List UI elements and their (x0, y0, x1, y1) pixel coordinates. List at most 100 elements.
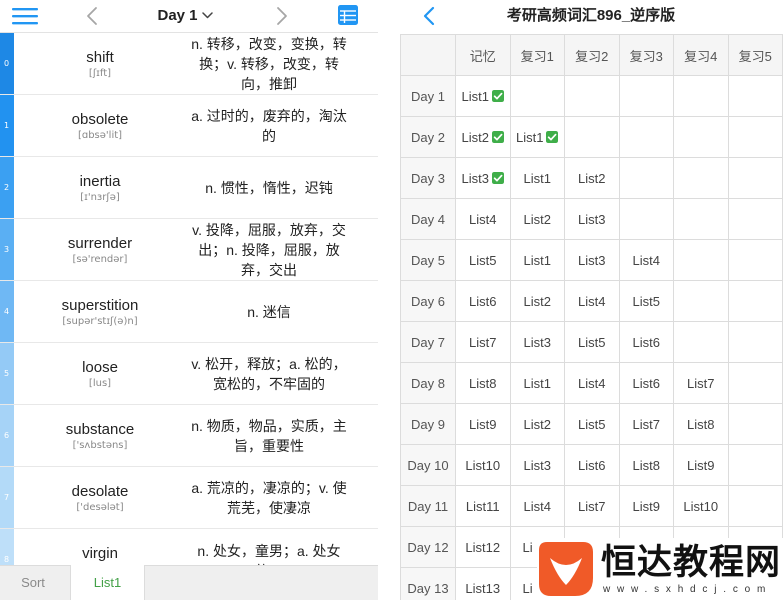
list-cell[interactable]: List9 (618, 485, 674, 527)
list-cell[interactable]: List4 (455, 198, 511, 240)
list-cell[interactable]: List5 (618, 280, 674, 322)
list-cell[interactable]: List8 (673, 403, 729, 445)
word-list-item[interactable]: 5 loose [lus] v. 松开，释放；a. 松的，宽松的，不牢固的 (0, 343, 378, 405)
list-cell[interactable]: List1 (509, 362, 565, 404)
word-list-item[interactable]: 6 substance ['sʌbstəns] n. 物质，物品，实质，主旨，重要性 (0, 405, 378, 467)
watermark-logo-icon (539, 542, 593, 596)
meaning-text: n. 惯性，惰性，迟钝 (205, 179, 333, 196)
list-cell[interactable]: List13 (455, 567, 511, 600)
list-cell[interactable]: List4 (564, 362, 620, 404)
list-cell[interactable]: List6 (618, 321, 674, 363)
column-header: 复习4 (673, 34, 729, 76)
list-cell[interactable]: List1 (509, 239, 565, 281)
list-cell[interactable]: List6 (618, 362, 674, 404)
column-header: 记忆 (455, 34, 511, 76)
list-cell[interactable]: List5 (564, 403, 620, 445)
list-cell[interactable]: List2 (509, 403, 565, 445)
word-list-item[interactable]: 4 superstition [supər'stɪʃ(ə)n] n. 迷信 (0, 281, 378, 343)
word-list-item[interactable]: 1 obsolete [ɑbsə'lit] a. 过时的，废弃的，淘汰的 (0, 95, 378, 157)
list-cell[interactable]: List1 (455, 75, 511, 117)
row-index: 3 (4, 245, 10, 254)
list-cell[interactable]: List1 (509, 157, 565, 199)
hamburger-menu-icon[interactable] (12, 7, 38, 25)
word-list-item[interactable]: 3 surrender [sə'rendər] v. 投降，屈服，放弃，交出；n. 投… (0, 219, 378, 281)
list-cell[interactable]: List3 (509, 321, 565, 363)
schedule-row: Day 2 List2 List1 (400, 116, 783, 158)
list-cell[interactable]: List7 (673, 362, 729, 404)
list-cell[interactable]: List2 (509, 198, 565, 240)
meaning-block: a. 过时的，废弃的，淘汰的 (186, 95, 352, 156)
row-index-stripe: 8 (0, 529, 14, 565)
list-cell[interactable]: List9 (673, 444, 729, 486)
watermark-url: www.sxhdcj.com (603, 584, 773, 595)
phonetic-text: [sə'rendər] (72, 253, 128, 265)
back-chevron-icon[interactable] (422, 5, 436, 27)
list-cell[interactable]: List10 (673, 485, 729, 527)
list-cell[interactable]: List9 (455, 403, 511, 445)
list-label: List5 (469, 252, 497, 268)
list-cell[interactable]: List8 (618, 444, 674, 486)
row-index-stripe: 7 (0, 467, 14, 528)
empty-cell (673, 116, 729, 158)
list-cell[interactable]: List6 (564, 444, 620, 486)
row-index: 1 (4, 121, 10, 130)
day-label: Day 11 (400, 485, 456, 527)
phonetic-text: ['sʌbstəns] (72, 439, 128, 451)
list-cell[interactable]: List3 (509, 444, 565, 486)
word-list-item[interactable]: 8 virgin n. 处女，童男；a. 处女的， (0, 529, 378, 565)
phonetic-text: [lus] (88, 377, 112, 389)
word-block: loose [lus] (14, 343, 186, 404)
list-cell[interactable]: List4 (509, 485, 565, 527)
word-list[interactable]: 0 shift [ʃɪft] n. 转移，改变，变换，转换；v. 转移，改变，转向，推… (0, 33, 378, 565)
list-cell[interactable]: List7 (564, 485, 620, 527)
empty-cell (727, 198, 783, 240)
word-list-item[interactable]: 7 desolate ['desələt] a. 荒凉的，凄凉的；v. 使荒芜，使凄凉 (0, 467, 378, 529)
list-cell[interactable]: List5 (455, 239, 511, 281)
list-label: List4 (469, 211, 497, 227)
chevron-right-icon[interactable] (275, 5, 289, 27)
list-label: List7 (687, 375, 715, 391)
list-label: List5 (578, 334, 606, 350)
list-cell[interactable]: List7 (618, 403, 674, 445)
list-label: List8 (687, 416, 715, 432)
list-label: Li (522, 580, 533, 596)
word-list-item[interactable]: 2 inertia [ɪ'nɜrʃə] n. 惯性，惰性，迟钝 (0, 157, 378, 219)
list-cell[interactable]: List7 (455, 321, 511, 363)
word-text: loose (82, 358, 118, 376)
schedule-row: Day 10 List10 List3 List6 List8 List9 (400, 444, 783, 486)
list-cell[interactable]: List3 (564, 198, 620, 240)
list-cell[interactable]: List2 (564, 157, 620, 199)
list-cell[interactable]: List3 (455, 157, 511, 199)
list-cell[interactable]: List3 (564, 239, 620, 281)
tab-sort[interactable]: Sort (0, 565, 66, 600)
list-cell[interactable]: List5 (564, 321, 620, 363)
word-list-item[interactable]: 0 shift [ʃɪft] n. 转移，改变，变换，转换；v. 转移，改变，转向，推… (0, 33, 378, 95)
list-cell[interactable]: List8 (455, 362, 511, 404)
list-cell[interactable]: List10 (455, 444, 511, 486)
table-list-icon[interactable] (337, 4, 359, 26)
check-icon (491, 171, 504, 184)
bottom-tab-bar: Sort List1 (0, 565, 378, 600)
tab-list1[interactable]: List1 (70, 565, 145, 600)
word-block: virgin (14, 529, 186, 565)
phonetic-text: [ɑbsə'lit] (77, 129, 123, 141)
list-cell[interactable]: List2 (509, 280, 565, 322)
list-label: List8 (469, 375, 497, 391)
empty-cell (727, 403, 783, 445)
list-cell[interactable]: List4 (564, 280, 620, 322)
list-cell[interactable]: List1 (509, 116, 565, 158)
list-cell[interactable]: List6 (455, 280, 511, 322)
list-label: List6 (632, 375, 660, 391)
watermark: 恒达教程网 www.sxhdcj.com (537, 538, 784, 600)
empty-cell (673, 280, 729, 322)
day-selector[interactable]: Day 1 (125, 0, 245, 31)
list-cell[interactable]: List11 (455, 485, 511, 527)
row-index-stripe: 4 (0, 281, 14, 342)
chevron-left-icon[interactable] (85, 5, 99, 27)
meaning-text: a. 荒凉的，凄凉的；v. 使荒芜，使凄凉 (191, 479, 347, 516)
list-cell[interactable]: List12 (455, 526, 511, 568)
list-cell[interactable]: List4 (618, 239, 674, 281)
list-cell[interactable]: List2 (455, 116, 511, 158)
list-label: List3 (523, 457, 551, 473)
schedule-row: Day 11 List11 List4 List7 List9 List10 (400, 485, 783, 527)
